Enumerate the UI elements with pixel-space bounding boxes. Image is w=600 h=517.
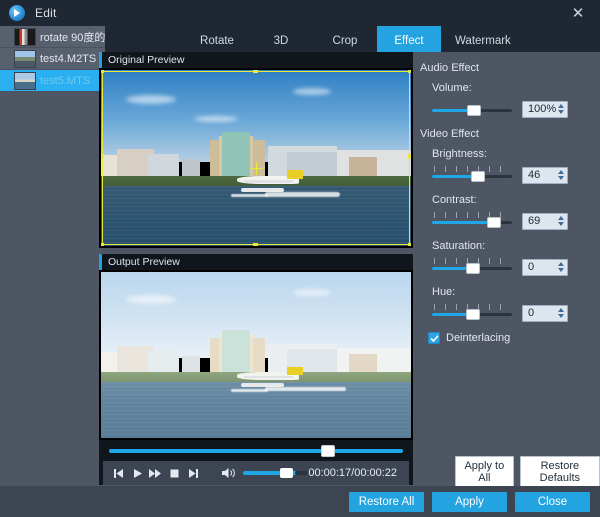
window-title: Edit <box>35 6 56 20</box>
saturation-spinner[interactable]: 0 <box>522 259 568 276</box>
saturation-control-row: 0 <box>432 258 595 276</box>
crop-handle-bottom-right[interactable] <box>408 243 411 246</box>
seaplane-scene-processed <box>101 272 411 438</box>
file-thumbnail-icon <box>14 28 36 46</box>
hue-value: 0 <box>523 307 534 319</box>
saturation-value: 0 <box>523 261 534 273</box>
crop-handle-bottom-left[interactable] <box>101 243 104 246</box>
speaker-icon[interactable] <box>222 467 236 479</box>
skip-to-end-icon[interactable] <box>184 463 203 483</box>
play-icon[interactable] <box>128 463 147 483</box>
hue-slider-control[interactable] <box>432 304 512 322</box>
crop-handle-top-right[interactable] <box>408 70 411 73</box>
saturation-stepper-arrows[interactable] <box>558 261 564 274</box>
crop-handle-left[interactable] <box>101 154 104 159</box>
seek-track[interactable] <box>109 449 403 453</box>
video-effect-group-title: Video Effect <box>420 128 595 140</box>
output-preview-video <box>101 272 411 438</box>
brightness-value: 46 <box>523 169 540 181</box>
seaplane-scene <box>101 70 411 246</box>
file-thumbnail-icon <box>14 50 36 68</box>
hue-label: Hue: <box>432 286 595 298</box>
edit-dialog: Edit ✕ Rotate 3D Crop Effect Watermark r… <box>0 0 600 517</box>
contrast-stepper-arrows[interactable] <box>558 215 564 228</box>
volume-stepper-arrows[interactable] <box>558 103 564 116</box>
contrast-label: Contrast: <box>432 194 595 206</box>
list-item-selected[interactable]: test5.MTS <box>0 70 105 92</box>
brightness-stepper-arrows[interactable] <box>558 169 564 182</box>
contrast-value: 69 <box>523 215 540 227</box>
restore-all-button[interactable]: Restore All <box>349 492 424 512</box>
volume-track-remainder <box>295 471 308 475</box>
dialog-footer: Restore All Apply Close <box>0 486 600 517</box>
seek-handle[interactable] <box>321 445 335 457</box>
original-preview-video <box>101 70 411 246</box>
output-preview-stage[interactable] <box>99 270 413 440</box>
deinterlacing-label: Deinterlacing <box>446 332 510 344</box>
file-list: rotate 90度的... test4.M2TS test5.MTS <box>0 26 105 517</box>
volume-handle[interactable] <box>280 468 293 478</box>
volume-control-row: 100% <box>432 100 595 118</box>
contrast-slider-control[interactable] <box>432 212 512 230</box>
volume-spinner[interactable]: 100% <box>522 101 568 118</box>
contrast-spinner[interactable]: 69 <box>522 213 568 230</box>
brightness-control-row: 46 <box>432 166 595 184</box>
fast-forward-icon[interactable] <box>146 463 165 483</box>
hue-control-row: 0 <box>432 304 595 322</box>
seek-bar[interactable] <box>109 445 403 457</box>
close-icon[interactable]: ✕ <box>564 3 592 23</box>
file-thumbnail-icon <box>14 72 36 90</box>
stop-icon[interactable] <box>165 463 184 483</box>
saturation-slider-control[interactable] <box>432 258 512 276</box>
crop-handle-bottom[interactable] <box>253 243 258 246</box>
volume-label: Volume: <box>432 82 595 94</box>
crop-handle-right[interactable] <box>408 154 411 159</box>
hue-spinner[interactable]: 0 <box>522 305 568 322</box>
brightness-label: Brightness: <box>432 148 595 160</box>
transport-bar: 00:00:17/00:00:22 <box>103 461 409 485</box>
crop-handle-top[interactable] <box>253 70 258 73</box>
deinterlacing-checkbox-row[interactable]: Deinterlacing <box>428 332 595 344</box>
brightness-spinner[interactable]: 46 <box>522 167 568 184</box>
apply-to-all-button[interactable]: Apply to All <box>455 456 514 488</box>
volume-slider-control[interactable] <box>432 100 512 118</box>
file-name: rotate 90度的... <box>40 29 105 45</box>
checkbox-checked-icon[interactable] <box>428 332 440 344</box>
contrast-control-row: 69 <box>432 212 595 230</box>
file-name: test5.MTS <box>40 75 90 87</box>
original-preview-stage[interactable] <box>99 68 413 248</box>
close-button[interactable]: Close <box>515 492 590 512</box>
title-bar: Edit ✕ <box>0 0 600 26</box>
list-item[interactable]: rotate 90度的... <box>0 26 105 48</box>
effect-settings-panel: Audio Effect Volume: 100% Video Effect B… <box>420 62 595 452</box>
brightness-slider-control[interactable] <box>432 166 512 184</box>
file-name: test4.M2TS <box>40 53 96 65</box>
restore-defaults-button[interactable]: Restore Defaults <box>520 456 600 488</box>
skip-to-start-icon[interactable] <box>109 463 128 483</box>
volume-value: 100% <box>523 103 556 115</box>
crop-handle-top-left[interactable] <box>101 70 104 73</box>
preview-column: Original Preview <box>99 52 413 492</box>
panel-action-buttons: Apply to All Restore Defaults <box>455 456 600 488</box>
apply-button[interactable]: Apply <box>432 492 507 512</box>
timecode-display: 00:00:17/00:00:22 <box>308 467 403 479</box>
output-preview-label: Output Preview <box>99 254 413 270</box>
list-item[interactable]: test4.M2TS <box>0 48 105 70</box>
saturation-label: Saturation: <box>432 240 595 252</box>
volume-slider[interactable] <box>243 467 308 479</box>
original-preview-label: Original Preview <box>99 52 413 68</box>
hue-stepper-arrows[interactable] <box>558 307 564 320</box>
player-controls: 00:00:17/00:00:22 <box>99 440 413 485</box>
audio-effect-group-title: Audio Effect <box>420 62 595 74</box>
app-logo-icon <box>9 5 25 21</box>
